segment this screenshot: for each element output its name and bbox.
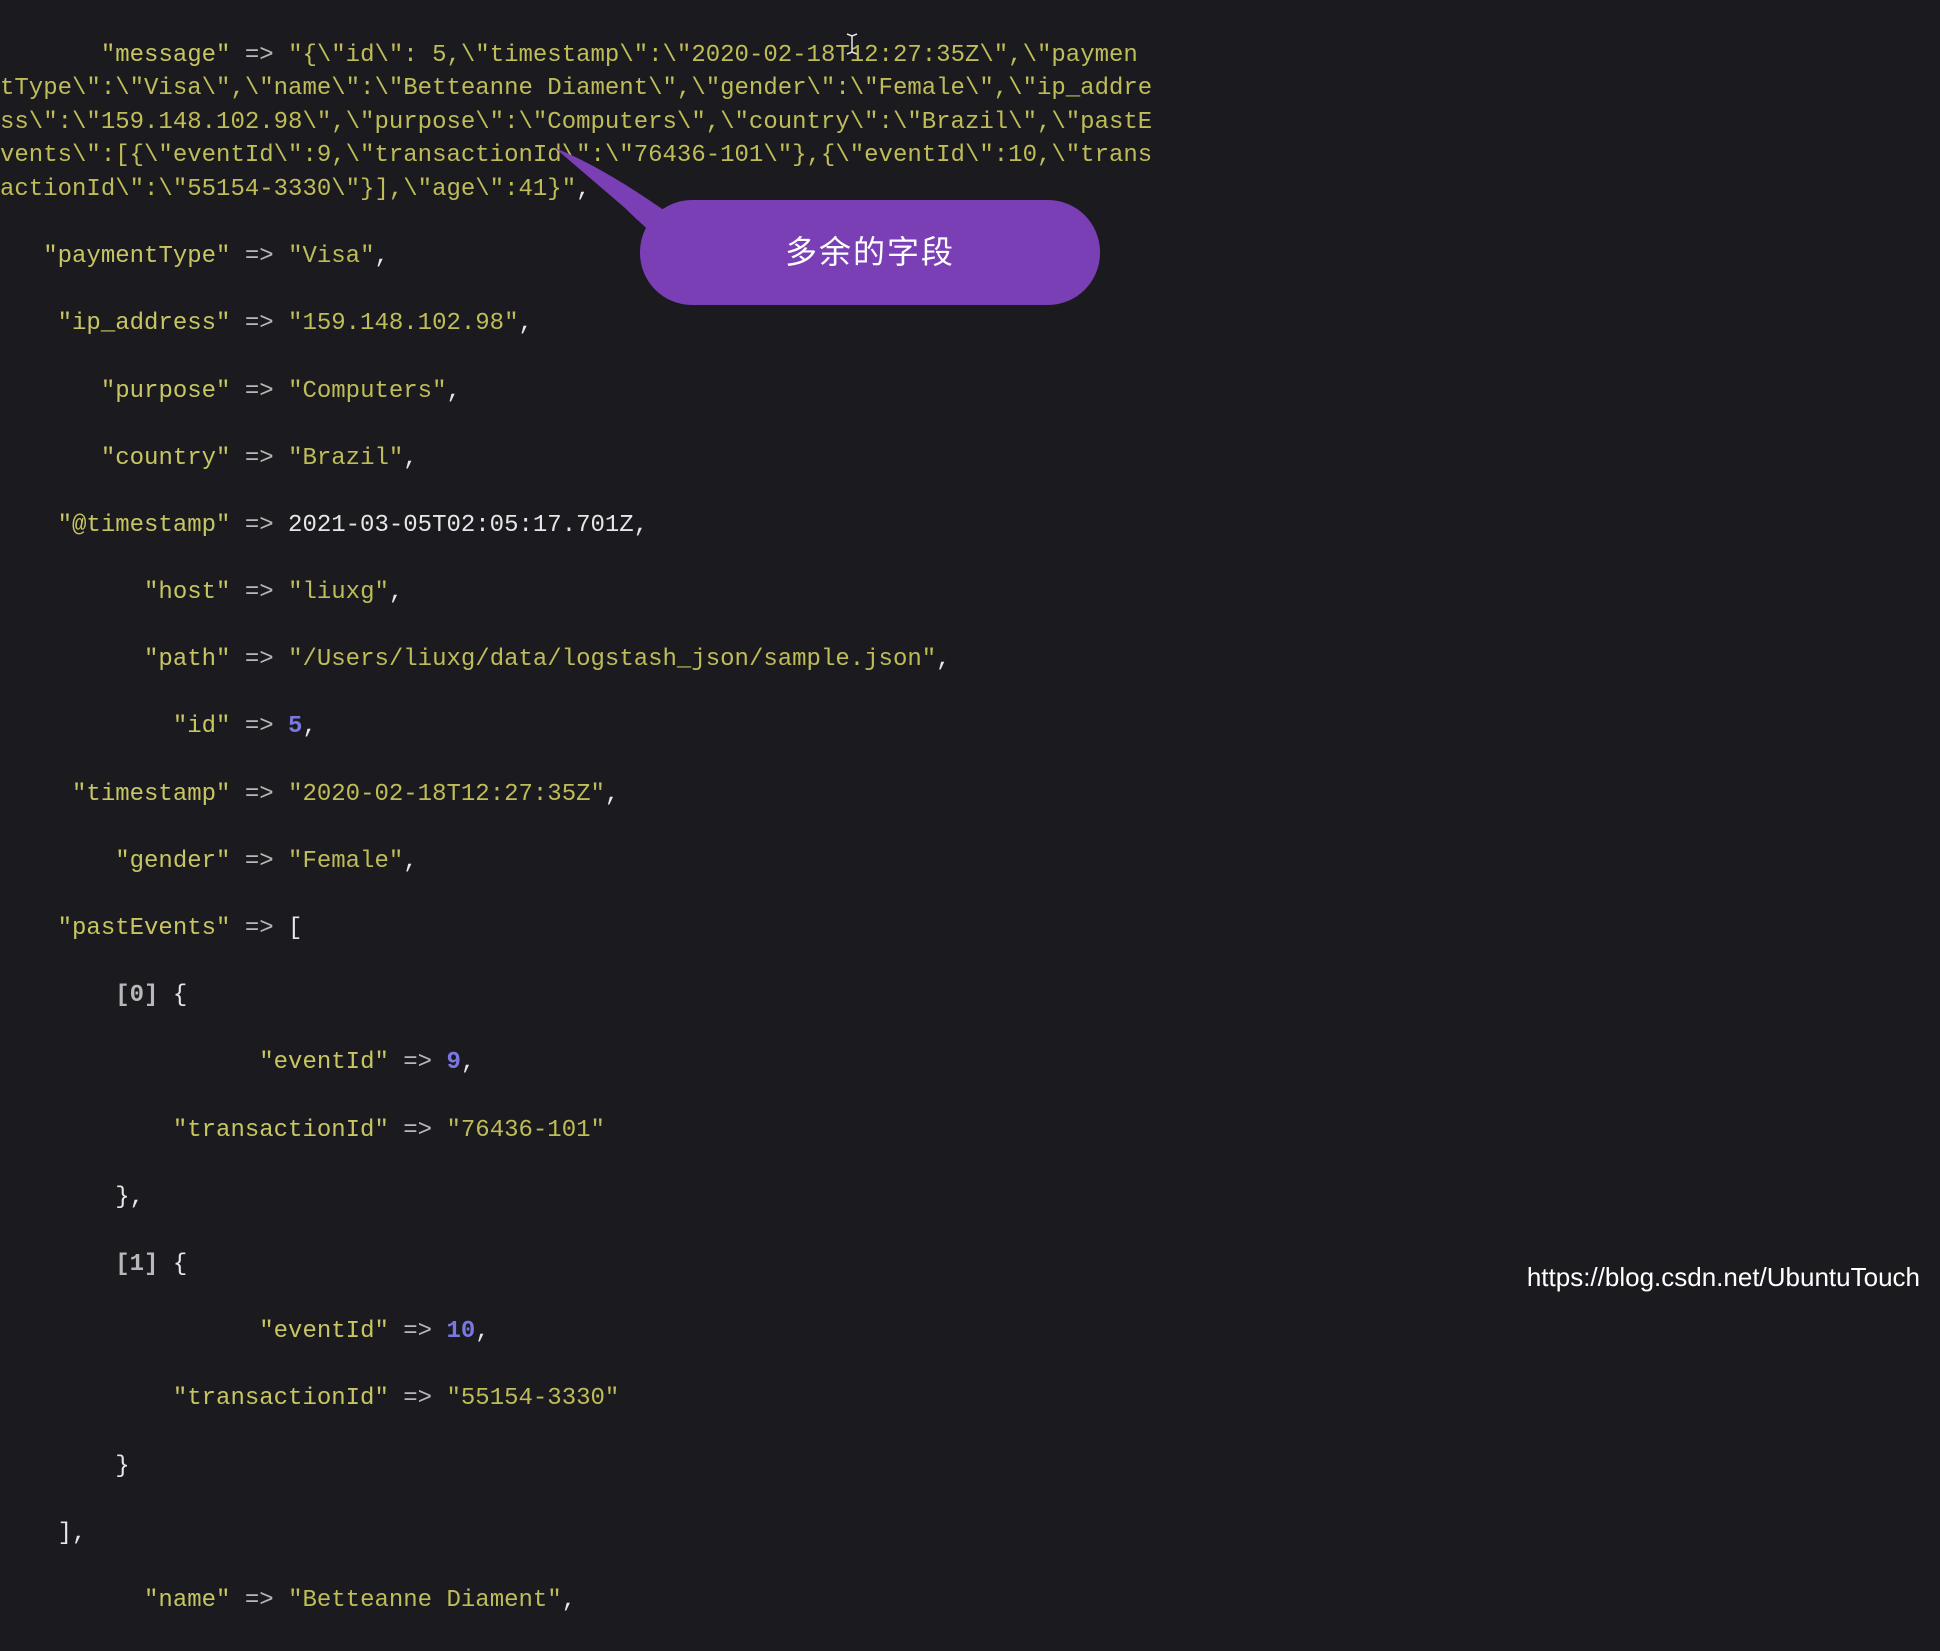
value-host: "liuxg" <box>288 579 389 606</box>
value-name: "Betteanne Diament" <box>288 1587 562 1614</box>
value-eventId-1: 10 <box>446 1318 475 1345</box>
value-path: "/Users/liuxg/data/logstash_json/sample.… <box>288 646 936 673</box>
key-eventId: "eventId" <box>259 1049 389 1076</box>
key-transactionId: "transactionId" <box>173 1117 389 1144</box>
key-host: "host" <box>144 579 230 606</box>
key-transactionId: "transactionId" <box>173 1385 389 1412</box>
value-transactionId-0: "76436-101" <box>446 1117 604 1144</box>
terminal-output: "message" => "{\"id\": 5,\"timestamp\":\… <box>0 5 1940 1651</box>
value-purpose: "Computers" <box>288 378 446 405</box>
value-country: "Brazil" <box>288 445 403 472</box>
array-index-1: [1] <box>115 1251 158 1278</box>
key-path: "path" <box>144 646 230 673</box>
value-ip-address: "159.148.102.98" <box>288 310 518 337</box>
key-ip-address: "ip_address" <box>58 310 231 337</box>
watermark-url: https://blog.csdn.net/UbuntuTouch <box>1527 1259 1920 1295</box>
key-purpose: "purpose" <box>101 378 231 405</box>
key-eventId: "eventId" <box>259 1318 389 1345</box>
value-id: 5 <box>288 713 302 740</box>
value-transactionId-1: "55154-3330" <box>446 1385 619 1412</box>
value-timestamp: "2020-02-18T12:27:35Z" <box>288 781 605 808</box>
key-country: "country" <box>101 445 231 472</box>
key-id: "id" <box>173 713 231 740</box>
key-paymentType: "paymentType" <box>43 243 230 270</box>
value-at-timestamp: 2021-03-05T02:05:17.701Z <box>288 512 634 539</box>
key-pastEvents: "pastEvents" <box>58 915 231 942</box>
key-gender: "gender" <box>115 848 230 875</box>
key-at-timestamp: "@timestamp" <box>58 512 231 539</box>
value-paymentType: "Visa" <box>288 243 374 270</box>
array-index-0: [0] <box>115 982 158 1009</box>
key-timestamp: "timestamp" <box>72 781 230 808</box>
value-gender: "Female" <box>288 848 403 875</box>
key-message: "message" <box>101 42 231 69</box>
key-name: "name" <box>144 1587 230 1614</box>
value-eventId-0: 9 <box>446 1049 460 1076</box>
